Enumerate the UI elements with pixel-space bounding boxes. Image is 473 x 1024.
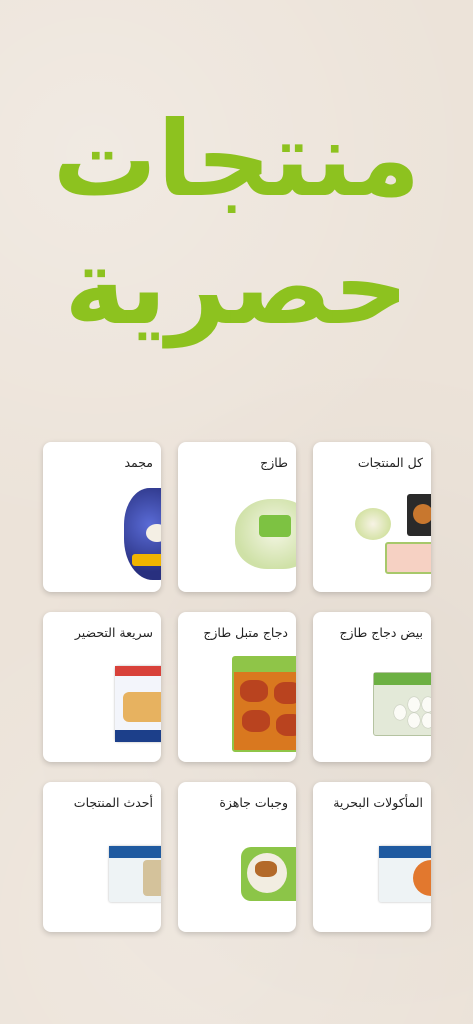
ready-meals-icon [241,847,296,901]
category-card-fresh[interactable]: طازج [178,442,296,592]
category-label: سريعة التحضير [74,625,153,640]
egg-box-icon [373,672,431,736]
category-label: دجاج متبل طازج [203,625,288,640]
hero-title: منتجات حصرية [0,95,473,351]
all-products-icon [355,494,431,574]
hero-title-line-1: منتجات [52,98,421,220]
newest-products-icon [109,846,161,902]
category-card-quick-prep[interactable]: سريعة التحضير [43,612,161,762]
category-card-frozen[interactable]: مجمد [43,442,161,592]
category-label: كل المنتجات [357,455,423,470]
category-label: وجبات جاهزة [219,795,288,810]
category-card-all-products[interactable]: كل المنتجات [313,442,431,592]
category-label: مجمد [124,455,153,470]
category-card-marinated-chicken[interactable]: دجاج متبل طازج [178,612,296,762]
category-card-newest-products[interactable]: أحدث المنتجات [43,782,161,932]
category-card-ready-meals[interactable]: وجبات جاهزة [178,782,296,932]
fresh-chicken-icon [235,499,296,569]
category-label: المأكولات البحرية [333,795,423,810]
marinated-chicken-icon [232,656,296,752]
category-label: بيض دجاج طازج [339,625,423,640]
hero-title-line-2: حصرية [64,226,409,348]
category-card-seafood[interactable]: المأكولات البحرية [313,782,431,932]
seafood-icon [379,846,431,902]
category-label: طازج [260,455,288,470]
category-grid: كل المنتجات طازج مجمد بيض دجاج طازج دجاج… [42,442,431,932]
quick-prep-icon [115,666,161,742]
category-card-fresh-eggs[interactable]: بيض دجاج طازج [313,612,431,762]
category-label: أحدث المنتجات [73,795,153,810]
frozen-chicken-icon [124,488,161,580]
